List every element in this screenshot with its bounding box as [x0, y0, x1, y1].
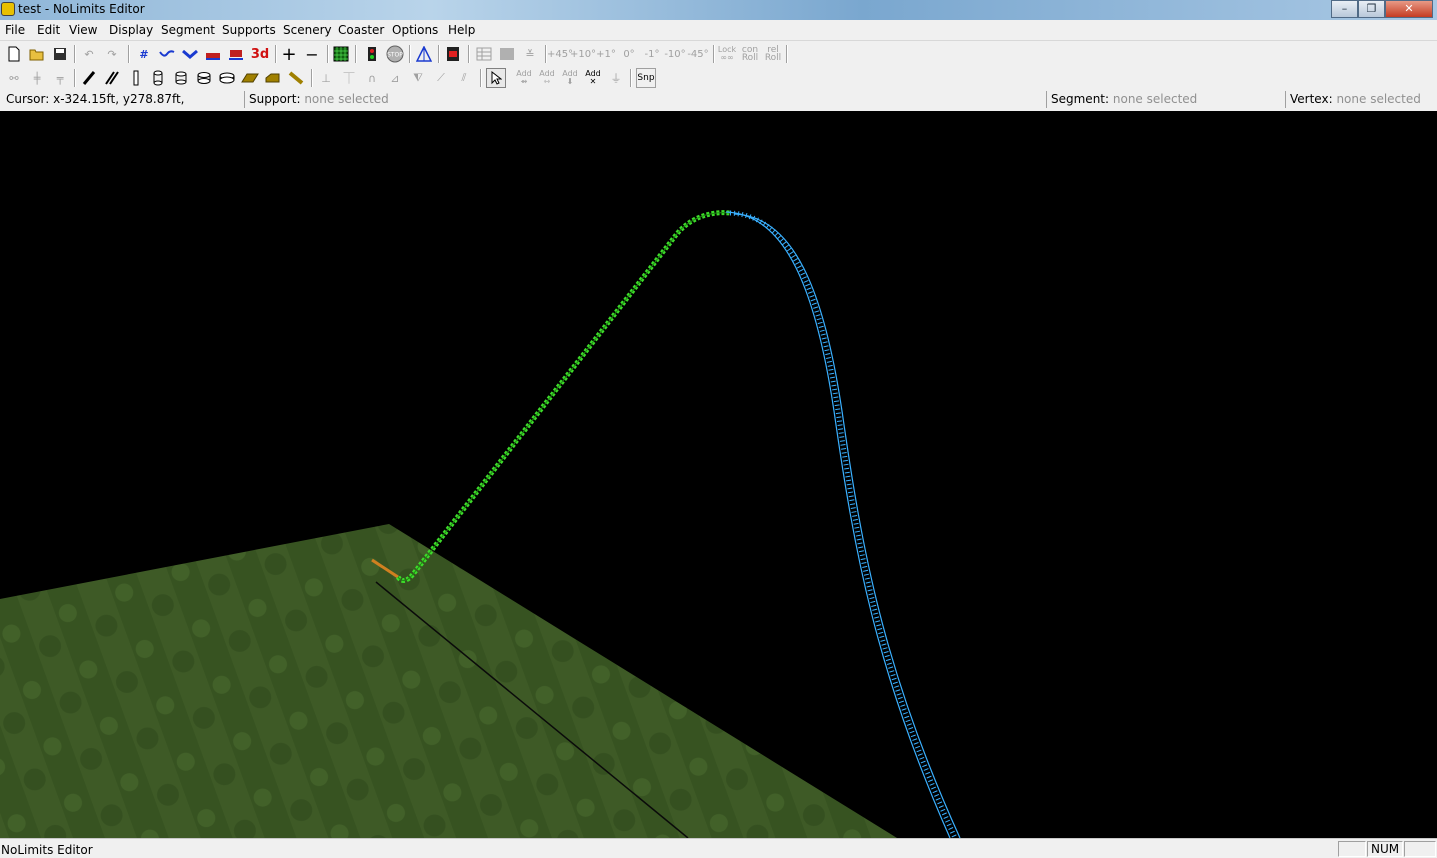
menu-segment[interactable]: Segment — [161, 23, 215, 37]
menu-coaster[interactable]: Coaster — [338, 23, 384, 37]
ramp-icon[interactable]: ⊿ — [385, 68, 405, 88]
ramp-double-icon[interactable]: ⧨ — [408, 68, 428, 88]
rel-roll-button[interactable]: rel Roll — [763, 44, 783, 64]
station-icon[interactable] — [203, 44, 223, 64]
add-vertex-icon[interactable]: + — [279, 44, 299, 65]
roll-minus1-button[interactable]: -1° — [642, 44, 662, 64]
film-icon[interactable] — [443, 44, 463, 64]
diagonal-beam-icon[interactable] — [286, 68, 306, 88]
ground-anchor-icon[interactable]: ⏚ — [606, 68, 626, 88]
menu-options[interactable]: Options — [392, 23, 438, 37]
scene-canvas[interactable] — [0, 111, 1437, 838]
double-beam-icon[interactable] — [102, 68, 122, 88]
grid-view-icon[interactable] — [331, 44, 351, 64]
support-hammer-icon[interactable]: ╤ — [50, 68, 70, 88]
info-row: Cursor: x-324.15ft, y278.87ft, Support: … — [0, 89, 1437, 110]
cylinder-icon[interactable] — [171, 68, 191, 88]
segment-readout: Segment: none selected — [1046, 91, 1283, 108]
snap-toggle[interactable]: Snp — [636, 68, 656, 88]
status-pane-scroll — [1404, 841, 1436, 857]
track-grid-icon[interactable]: # — [134, 44, 154, 64]
roll-plus10-button[interactable]: +10° — [570, 44, 596, 64]
slant-double-icon[interactable]: ⫽ — [454, 68, 474, 88]
con-roll-button[interactable]: con Roll — [740, 44, 760, 64]
plate-icon[interactable] — [240, 68, 260, 88]
arch-icon[interactable]: ∩ — [362, 68, 382, 88]
support-tee-icon[interactable]: ╪ — [27, 68, 47, 88]
post-icon[interactable] — [126, 68, 146, 88]
remove-vertex-icon[interactable]: − — [302, 44, 322, 64]
minimize-button[interactable]: – — [1331, 0, 1358, 18]
support-link-icon[interactable]: ⚯ — [4, 68, 24, 88]
roll-plus1-button[interactable]: +1° — [596, 44, 616, 64]
status-text: NoLimits Editor — [1, 843, 93, 857]
lock-roll-button[interactable]: Lock ∞∞ — [717, 44, 737, 64]
menu-supports[interactable]: Supports — [222, 23, 276, 37]
add-vertex-button[interactable]: Add ⇴ — [514, 68, 534, 88]
title-bar: test - NoLimits Editor – ❐ ✕ — [0, 0, 1437, 20]
menu-display[interactable]: Display — [109, 23, 153, 37]
footer-icon[interactable]: ⊥ — [316, 68, 336, 88]
vertex-readout: Vertex: none selected — [1285, 91, 1436, 108]
roll-zero-button[interactable]: 0° — [619, 44, 639, 64]
lift-hill-track[interactable] — [395, 210, 731, 583]
align-icon[interactable]: ≚ — [520, 44, 540, 64]
track-wave-icon[interactable] — [157, 44, 177, 64]
cursor-readout: Cursor: x-324.15ft, y278.87ft, — [6, 92, 185, 106]
undo-icon[interactable]: ↶ — [79, 44, 99, 64]
train-icon[interactable] — [226, 44, 246, 64]
main-toolbar: ↶ ↷ # 3d + − STOP ≚ +45° +10° +1° 0° -1°… — [0, 42, 1437, 66]
tube-icon[interactable] — [148, 68, 168, 88]
pylon-icon[interactable] — [414, 44, 434, 64]
open-folder-icon[interactable] — [27, 44, 47, 64]
status-pane-num: NUM — [1367, 841, 1403, 857]
window-title: test - NoLimits Editor — [18, 2, 145, 16]
restore-button[interactable]: ❐ — [1358, 0, 1385, 18]
menu-file[interactable]: File — [5, 23, 25, 37]
new-file-icon[interactable] — [4, 44, 24, 64]
footer-double-icon[interactable]: ⏉ — [339, 68, 359, 88]
view-3d-button[interactable]: 3d — [250, 44, 270, 64]
add-segment-button[interactable]: Add ⇿ — [537, 68, 557, 88]
disc-icon[interactable] — [217, 68, 237, 88]
stop-icon[interactable]: STOP — [385, 44, 405, 64]
add-node-button[interactable]: Add ✕ — [583, 68, 603, 88]
traffic-light-icon[interactable] — [362, 44, 382, 64]
select-pointer-icon[interactable] — [486, 68, 506, 88]
wide-cylinder-icon[interactable] — [194, 68, 214, 88]
svg-text:STOP: STOP — [387, 52, 403, 59]
menu-bar: File Edit View Display Segment Supports … — [0, 20, 1437, 41]
editor-viewport[interactable] — [0, 111, 1437, 838]
menu-help[interactable]: Help — [448, 23, 475, 37]
roll-minus10-button[interactable]: -10° — [664, 44, 685, 64]
status-bar: NoLimits Editor NUM — [0, 838, 1437, 858]
table-icon[interactable] — [474, 44, 494, 64]
redo-icon[interactable]: ↷ — [102, 44, 122, 64]
supports-toolbar: ⚯ ╪ ╤ ⊥ ⏉ ∩ ⊿ ⧨ ⟋ ⫽ Add ⇴ Add ⇿ Add ⬇ Add ✕ … — [0, 66, 1437, 90]
roll-minus45-button[interactable]: -45° — [687, 44, 708, 64]
add-support-button[interactable]: Add ⬇ — [560, 68, 580, 88]
save-icon[interactable] — [50, 44, 70, 64]
support-readout: Support: none selected — [244, 91, 1045, 108]
status-pane-caps — [1338, 841, 1366, 857]
beam-icon[interactable] — [79, 68, 99, 88]
roll-plus45-button[interactable]: +45° — [547, 44, 573, 64]
close-button[interactable]: ✕ — [1385, 0, 1433, 18]
app-icon — [1, 2, 15, 16]
fill-square-icon[interactable] — [497, 44, 517, 64]
ground-plane — [0, 524, 897, 838]
block-icon[interactable] — [263, 68, 283, 88]
slant-icon[interactable]: ⟋ — [431, 68, 451, 88]
track-dip-icon[interactable] — [180, 44, 200, 64]
menu-scenery[interactable]: Scenery — [283, 23, 332, 37]
menu-view[interactable]: View — [69, 23, 97, 37]
menu-edit[interactable]: Edit — [37, 23, 60, 37]
